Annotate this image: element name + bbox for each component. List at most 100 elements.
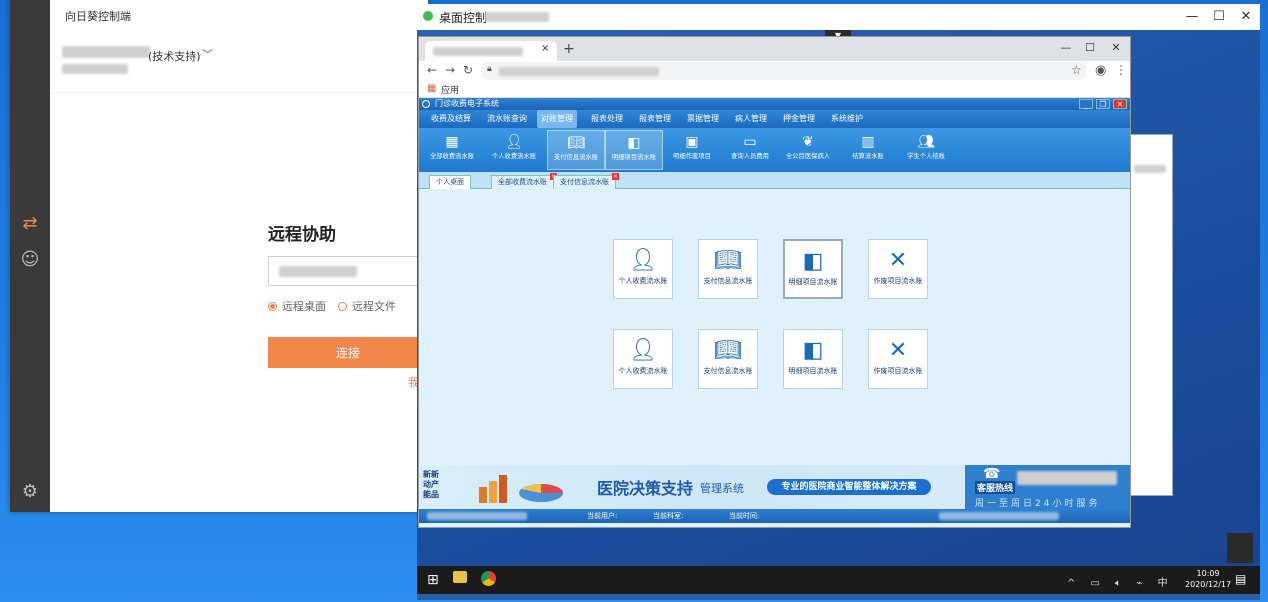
toolbar-button[interactable]: ▭ 查询人员费用 [721,130,779,170]
apps-grid-icon[interactable]: ▦ [427,83,436,94]
system-tray[interactable]: ^ ▭ 🔈︎ ⌁ 中 [1067,574,1174,589]
radio-dot[interactable] [338,301,347,311]
calculator-icon: ▥ [861,134,875,150]
person-icon: 👤︎ [505,134,523,150]
account-id-blurred [62,64,128,74]
page-tab[interactable]: 支付信息流水账 × [553,173,619,189]
bookmark-apps[interactable]: 应用 [441,83,459,96]
menu-item[interactable]: 流水账查询 [483,110,531,128]
settings-gear-icon[interactable]: ⚙ [19,480,41,502]
toolbar-button[interactable]: ▥ 结算流水账 [839,130,897,170]
chrome-menu-icon[interactable]: ⋮ [1115,63,1127,77]
toolbar-button[interactable]: ◧ 明细项目流水账 [605,130,663,170]
desktop-tile-label: 支付信息流水账 [703,277,753,285]
taskbar-clock[interactable]: 10:09 2020/12/17 [1185,568,1231,590]
reload-icon[interactable]: ↻ [463,63,473,77]
his-statusbar: 当前用户: 当前科室: 当前时间: [419,509,1130,523]
desktop-tile[interactable]: ✕ 作废项目流水账 [868,239,928,299]
radio-remote-desktop[interactable]: 远程桌面 [268,298,326,314]
tab-close-icon[interactable]: × [541,43,549,54]
desktop-tile[interactable]: 👤︎ 个人收费流水账 [613,239,673,299]
toolbar-button[interactable]: 👥︎ 学生个人结账 [897,130,955,170]
profile-icon[interactable]: ◉ [1095,63,1106,78]
menu-item[interactable]: 病人管理 [731,110,771,128]
page-tab-label: 支付信息流水账 [560,178,609,186]
forward-arrow-icon[interactable]: → [445,63,455,77]
menu-item[interactable]: 报表管理 [635,110,675,128]
chrome-maximize-button[interactable]: ☐ [1081,39,1099,57]
desktop-tile[interactable]: ✕ 作废项目流水账 [868,329,928,389]
toolbar-button[interactable]: 📖︎ 支付信息流水账 [547,130,605,170]
sunflower-window: ⇄ ☺ ⚙ 向日葵控制端 (技术支持) ﹀ 远程协助 远程桌面 远程文件 连接 … [10,0,428,512]
toolbar-button-label: 全公目医保病人 [785,152,831,160]
chart-card-icon: ◧ [802,338,824,363]
status-dept: 当前科室: [653,512,684,520]
remote-assist-icon[interactable]: ⇄ [19,212,41,234]
menu-item[interactable]: 票据管理 [683,110,723,128]
chrome-close-button[interactable]: ✕ [1107,39,1125,57]
minimize-button[interactable]: — [1182,7,1202,27]
menu-item[interactable]: 系统维护 [827,110,867,128]
clock-date: 2020/12/17 [1185,580,1232,589]
desktop-tile[interactable]: ◧ 明细项目流水账 [783,329,843,389]
desktop-tile[interactable]: 👤︎ 个人收费流水账 [613,329,673,389]
maximize-button[interactable]: ☐ [1209,7,1229,27]
toolbar-button-label: 明细项目流水账 [611,153,657,161]
desktop-control-window: 桌面控制 — ☐ ✕ ▼ × + — ☐ ✕ ← → ↻ 🔒︎ ☆ [417,4,1260,600]
desktop-tile[interactable]: 📖︎ 支付信息流水账 [698,329,758,389]
notification-icon[interactable]: ▤ [1235,572,1246,586]
url-blurred [499,67,659,76]
his-close-button[interactable]: ✕ [1113,99,1127,109]
page-tab-close-icon[interactable]: × [612,173,619,180]
close-button[interactable]: ✕ [1236,7,1256,27]
address-bar[interactable]: 🔒︎ ☆ [481,62,1087,80]
windows-start-icon[interactable]: ⊞ [427,572,439,588]
floating-app-icon[interactable] [1227,533,1253,563]
account-chevron-down-icon[interactable]: ﹀ [202,46,213,62]
bookmark-star-icon[interactable]: ☆ [1071,63,1082,77]
radio-dot-selected[interactable] [268,301,277,311]
contacts-icon[interactable]: ☺ [19,248,41,270]
menu-item[interactable]: 押金管理 [779,110,819,128]
ime-indicator[interactable]: 中 [1158,578,1174,589]
radio-remote-file[interactable]: 远程文件 [338,298,396,314]
page-tab[interactable]: 个人桌面 [429,175,471,189]
toolbar-button-label: 全部收费流水账 [429,152,475,160]
his-restore-button[interactable]: ❐ [1096,99,1110,109]
file-explorer-icon[interactable] [453,571,467,583]
banner-chart-graphic [479,475,563,503]
page-tab[interactable]: 全部收费流水账× [491,173,557,189]
desktop-tile-label: 个人收费流水账 [618,277,668,285]
chrome-tab[interactable]: × [425,41,557,61]
toolbar-button[interactable]: 👤︎ 个人收费流水账 [485,130,543,170]
menu-item[interactable]: 报表处理 [587,110,627,128]
page-tab-label: 全部收费流水账 [498,178,547,186]
chart-card-icon: ◧ [802,249,824,274]
menu-item[interactable]: 对账管理 [537,110,577,128]
remote-host-blurred [485,12,549,22]
menu-item[interactable]: 收费及结算 [427,110,475,128]
banner-subtitle: 管理系统 [700,482,744,495]
desktop-tile-label: 作废项目流水账 [873,277,923,285]
his-minimize-button[interactable]: _ [1079,99,1093,109]
toolbar-button[interactable]: ❦ 全公目医保病人 [779,130,837,170]
desktop-title: 桌面控制 [439,11,488,25]
radio-remote-file-label: 远程文件 [352,300,396,313]
desktop-tile[interactable]: 📖︎ 支付信息流水账 [698,239,758,299]
status-left-blurred [427,512,527,520]
new-tab-button[interactable]: + [563,41,575,57]
book-icon: 📖︎ [714,248,742,273]
toolbar-button[interactable]: ▦ 全部收费流水账 [423,130,481,170]
desktop-tile-label: 明细项目流水账 [788,367,838,375]
account-name-blurred [62,46,150,58]
sidebar: ⇄ ☺ ⚙ [10,0,50,512]
connect-button[interactable]: 连接 [268,337,428,368]
chrome-minimize-button[interactable]: — [1057,39,1075,57]
desktop-tile[interactable]: ◧ 明细项目流水账 [783,239,843,299]
taskbar: ⊞ ^ ▭ 🔈︎ ⌁ 中 10:09 2020/12/17 ▤ [417,566,1260,594]
chrome-taskbar-icon[interactable] [481,571,496,586]
partner-id-input[interactable] [268,256,428,286]
grid-icon: ▦ [445,134,459,150]
back-arrow-icon[interactable]: ← [427,63,437,77]
toolbar-button[interactable]: ▣ 明细作废项目 [663,130,721,170]
